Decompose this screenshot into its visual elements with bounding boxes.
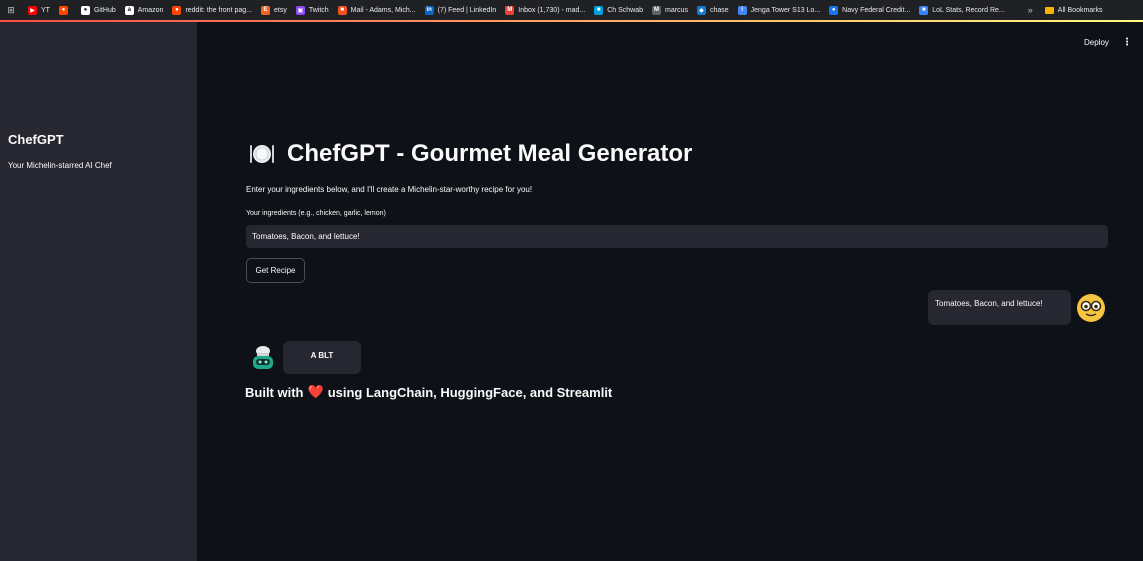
bookmark-label: LoL Stats, Record Re... xyxy=(932,6,1005,14)
bookmark-label: Ch Schwab xyxy=(607,6,643,14)
ingredients-input[interactable] xyxy=(246,225,1108,248)
bookmark-item[interactable]: ● xyxy=(58,5,72,15)
nerd-face-avatar-icon xyxy=(1077,294,1105,322)
page-title: ChefGPT - Gourmet Meal Generator xyxy=(287,140,693,167)
bookmark-label: GitHub xyxy=(93,6,116,14)
bookmark-item[interactable]: ■ LoL Stats, Record Re... xyxy=(919,5,1005,15)
assistant-message: A BLT xyxy=(283,341,361,374)
bookmark-item[interactable]: a Amazon xyxy=(124,5,164,15)
intro-text: Enter your ingredients below, and I'll c… xyxy=(246,185,533,194)
bookmark-label: reddit: the front pag... xyxy=(185,6,252,14)
all-bookmarks-button[interactable]: All Bookmarks xyxy=(1044,6,1103,14)
bookmark-item[interactable]: ▶ YT xyxy=(28,5,50,15)
bookmark-item[interactable]: M Inbox (1,730) - mad... xyxy=(505,5,586,15)
footer-suffix: using LangChain, HuggingFace, and Stream… xyxy=(327,384,613,400)
bookmark-label: YT xyxy=(41,6,50,14)
lol-stats-icon: ■ xyxy=(919,5,929,15)
bookmark-item[interactable]: ● Navy Federal Credit... xyxy=(829,5,911,15)
navy-federal-icon: ● xyxy=(829,5,839,15)
heart-icon: ❤️ xyxy=(307,384,324,399)
bookmark-label: marcus xyxy=(665,6,688,14)
bookmark-label: Twitch xyxy=(308,6,329,14)
get-recipe-button[interactable]: Get Recipe xyxy=(246,258,305,283)
reddit-icon: ● xyxy=(172,5,182,15)
amazon-icon: a xyxy=(124,5,134,15)
schwab-icon: ■ xyxy=(594,5,604,15)
linkedin-icon: in xyxy=(424,5,434,15)
bookmark-label: etsy xyxy=(273,6,287,14)
all-bookmarks-label: All Bookmarks xyxy=(1057,6,1103,14)
reddit-icon: ● xyxy=(58,5,68,15)
sidebar-title: ChefGPT xyxy=(8,132,64,147)
deploy-button[interactable]: Deploy xyxy=(1084,38,1109,47)
bookmark-label: Navy Federal Credit... xyxy=(842,6,911,14)
microsoft-icon: ■ xyxy=(337,5,347,15)
youtube-icon: ▶ xyxy=(28,5,37,15)
folder-icon xyxy=(1044,6,1054,14)
footer-prefix: Built with xyxy=(245,384,304,400)
github-icon: ● xyxy=(80,5,90,15)
bookmarks-bar: ⊞ ▶ YT ● ● GitHub a Amazon ● reddit: the front p… xyxy=(0,0,1143,20)
bookmark-item[interactable]: ● GitHub xyxy=(80,5,116,15)
bookmark-item[interactable]: ▣ Twitch xyxy=(295,5,329,15)
page-title-row: ChefGPT - Gourmet Meal Generator xyxy=(249,140,692,168)
bookmark-item[interactable]: Mmarcus xyxy=(652,5,688,15)
bookmark-item[interactable]: ■ Ch Schwab xyxy=(594,5,643,15)
gmail-icon: M xyxy=(505,5,515,15)
bookmark-label: Mail - Adams, Mich... xyxy=(350,6,416,14)
chef-robot-avatar-icon xyxy=(253,346,273,369)
bookmark-label: Jenga Tower S13 Lo... xyxy=(750,6,821,14)
ingredients-label: Your ingredients (e.g., chicken, garlic,… xyxy=(246,210,386,217)
sidebar-subtitle: Your Michelin-starred AI Chef xyxy=(8,161,112,170)
sidebar: ChefGPT Your Michelin-starred AI Chef xyxy=(0,22,197,561)
bookmark-item[interactable]: ■ Mail - Adams, Mich... xyxy=(337,5,416,15)
bookmark-item[interactable]: ● reddit: the front pag... xyxy=(172,5,252,15)
apps-grid-icon[interactable]: ⊞ xyxy=(4,5,18,16)
bookmark-label: chase xyxy=(709,6,729,14)
more-bookmarks-icon[interactable]: » xyxy=(1028,5,1033,15)
bookmark-label: (7) Feed | LinkedIn xyxy=(437,6,497,14)
bookmark-item[interactable]: ◆ chase xyxy=(696,5,729,15)
chase-icon: ◆ xyxy=(696,5,706,15)
marcus-icon: M xyxy=(652,5,661,15)
bookmark-list: ▶ YT ● ● GitHub a Amazon ● reddit: the front pag… xyxy=(28,5,1014,15)
user-message: Tomatoes, Bacon, and lettuce! xyxy=(928,290,1071,325)
bookmark-item[interactable]: I Jenga Tower S13 Lo... xyxy=(737,5,821,15)
footer-credits: Built with ❤️ using LangChain, HuggingFa… xyxy=(245,384,612,400)
bookmark-item[interactable]: Eetsy xyxy=(260,5,287,15)
plate-cutlery-icon xyxy=(250,145,274,163)
etsy-icon: E xyxy=(260,5,270,15)
twitch-icon: ▣ xyxy=(295,5,305,15)
main-menu-icon[interactable]: ⋮ xyxy=(1122,37,1132,48)
bookmark-item[interactable]: in (7) Feed | LinkedIn xyxy=(424,5,497,15)
jenga-icon: I xyxy=(737,5,747,15)
bookmark-label: Inbox (1,730) - mad... xyxy=(518,6,586,14)
bookmark-label: Amazon xyxy=(137,6,164,14)
